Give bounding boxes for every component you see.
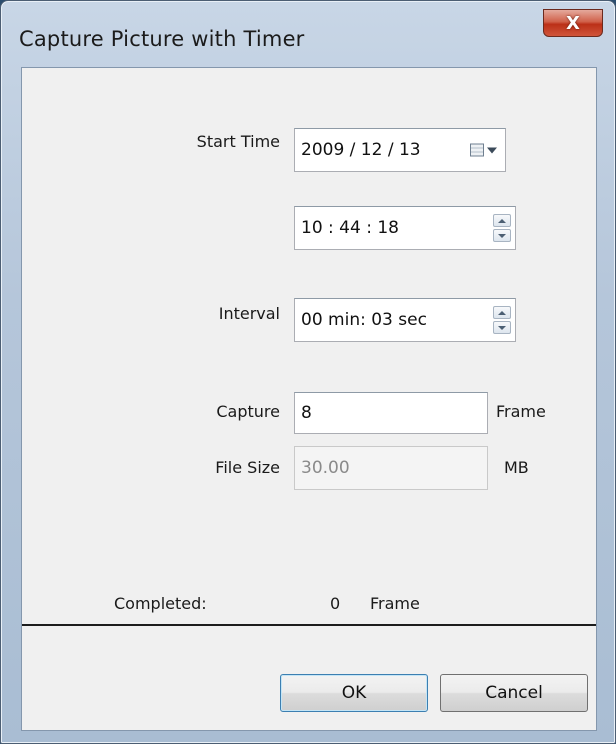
- window-title: Capture Picture with Timer: [19, 27, 305, 51]
- dialog-window: Capture Picture with Timer X Start Time …: [0, 0, 616, 744]
- capture-label: Capture: [216, 402, 280, 421]
- start-time-label: Start Time: [196, 132, 280, 151]
- start-date-value: 2009 / 12 / 13: [301, 140, 421, 160]
- spin-down-icon[interactable]: [493, 229, 511, 242]
- file-size-label: File Size: [215, 458, 280, 477]
- cancel-button[interactable]: Cancel: [440, 674, 588, 712]
- calendar-dropdown-button[interactable]: [470, 143, 497, 157]
- spin-up-icon[interactable]: [493, 214, 511, 227]
- ok-button[interactable]: OK: [280, 674, 428, 712]
- spin-down-icon[interactable]: [493, 321, 511, 334]
- completed-unit: Frame: [370, 594, 420, 613]
- button-bar: OK Cancel: [22, 626, 596, 730]
- interval-label: Interval: [218, 304, 280, 323]
- interval-field[interactable]: 00 min: 03 sec: [294, 298, 516, 342]
- chevron-down-icon: [487, 147, 497, 153]
- start-time-field[interactable]: 10 : 44 : 18: [294, 206, 516, 250]
- file-size-value: 30.00: [301, 458, 350, 478]
- file-size-unit: MB: [504, 458, 529, 477]
- interval-spinner[interactable]: [493, 306, 511, 334]
- close-icon: X: [566, 12, 580, 34]
- file-size-input: 30.00: [294, 446, 488, 490]
- dialog-client-area: Start Time 2009 / 12 / 13 10 : 44 : 18 I…: [21, 67, 597, 731]
- interval-value: 00 min: 03 sec: [301, 310, 427, 330]
- calendar-icon: [470, 143, 484, 157]
- capture-unit: Frame: [496, 402, 546, 421]
- capture-value: 8: [301, 403, 312, 423]
- completed-count: 0: [330, 594, 341, 613]
- close-button[interactable]: X: [543, 9, 603, 37]
- capture-input[interactable]: 8: [294, 392, 488, 434]
- start-time-spinner[interactable]: [493, 214, 511, 242]
- start-time-value: 10 : 44 : 18: [301, 218, 399, 238]
- start-date-picker[interactable]: 2009 / 12 / 13: [294, 128, 506, 172]
- completed-label: Completed:: [114, 594, 207, 613]
- spin-up-icon[interactable]: [493, 306, 511, 319]
